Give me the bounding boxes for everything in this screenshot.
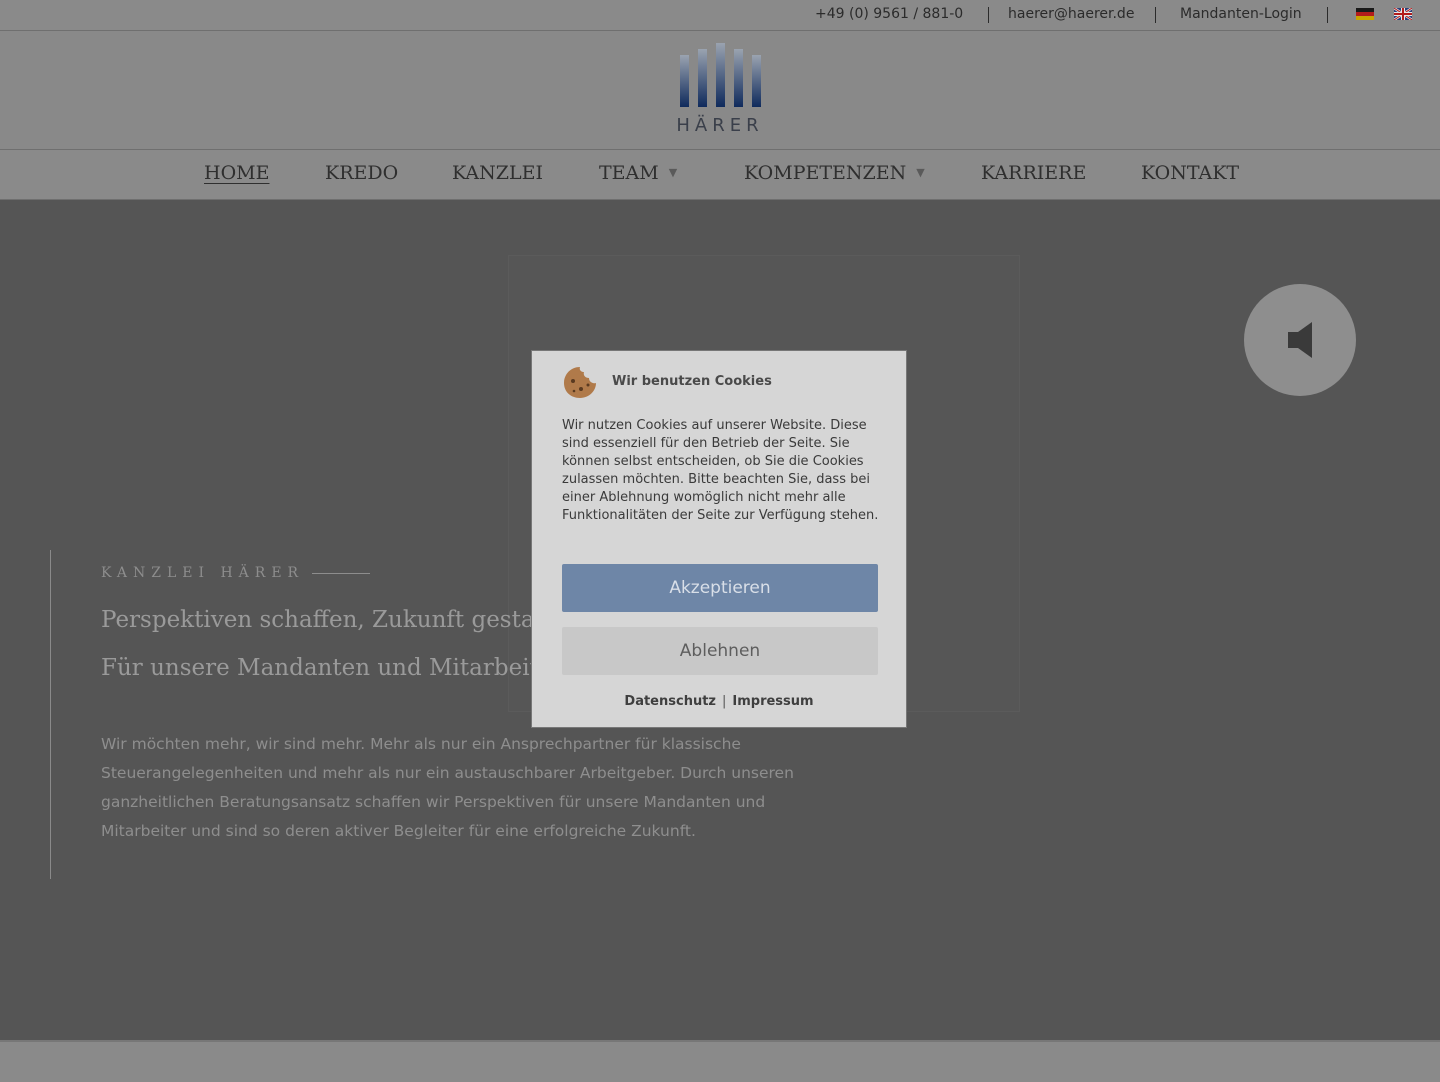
nav-item-kompetenzen-label: KOMPETENZEN <box>744 162 907 184</box>
cookie-icon <box>564 367 596 398</box>
hero-text: Wir möchten mehr, wir sind mehr. Mehr al… <box>101 735 794 840</box>
cookie-text: Wir nutzen Cookies auf unserer Website. … <box>562 418 879 523</box>
english-flag-icon[interactable] <box>1393 7 1413 21</box>
nav-item-team-label: TEAM <box>599 162 659 184</box>
decline-button[interactable]: Ablehnen <box>562 627 878 675</box>
nav-item-karriere[interactable]: KARRIERE <box>981 162 1086 184</box>
nav-item-home[interactable]: HOME <box>204 162 269 184</box>
footer-strip <box>0 1040 1440 1082</box>
logo-text: HÄRER <box>676 115 764 136</box>
eyebrow-dash <box>312 572 371 574</box>
hero-accent-line <box>50 550 51 879</box>
top-bar: +49 (0) 9561 / 881-0 haerer@haerer.de Ma… <box>0 0 1440 31</box>
nav-item-kompetenzen[interactable]: KOMPETENZEN ▼ <box>744 162 925 184</box>
german-flag-icon[interactable] <box>1356 8 1374 20</box>
nav-item-kanzlei[interactable]: KANZLEI <box>452 162 543 184</box>
phone-link[interactable]: +49 (0) 9561 / 881-0 <box>815 6 963 22</box>
hero-headline-1: Perspektiven schaffen, Zukunft gestalten… <box>101 607 587 633</box>
logo-bars-icon <box>680 43 761 107</box>
cookie-dialog: Wir benutzen Cookies Wir nutzen Cookies … <box>531 350 907 728</box>
speaker-icon <box>1288 322 1312 358</box>
nav-item-kontakt[interactable]: KONTAKT <box>1141 162 1239 184</box>
divider <box>988 7 989 23</box>
hero-eyebrow-text: KANZLEI HÄRER <box>101 565 305 581</box>
nav-item-kredo[interactable]: KREDO <box>325 162 398 184</box>
client-login-link[interactable]: Mandanten-Login <box>1180 6 1302 22</box>
cookie-links: Datenschutz | Impressum <box>532 694 906 709</box>
privacy-link[interactable]: Datenschutz <box>624 694 716 709</box>
divider <box>1327 7 1328 23</box>
email-link[interactable]: haerer@haerer.de <box>1008 6 1134 22</box>
hero-headline-2: Für unsere Mandanten und Mitarbeiter. <box>101 655 569 681</box>
accept-button[interactable]: Akzeptieren <box>562 564 878 612</box>
divider <box>1155 7 1156 23</box>
site-header: HÄRER <box>0 31 1440 150</box>
sound-toggle-button[interactable] <box>1244 284 1356 396</box>
chevron-down-icon: ▼ <box>668 166 678 179</box>
main-nav: HOME KREDO KANZLEI TEAM ▼ KOMPETENZEN ▼ KA… <box>0 150 1440 200</box>
imprint-link[interactable]: Impressum <box>732 694 813 709</box>
logo[interactable]: HÄRER <box>672 39 772 143</box>
link-separator: | <box>722 694 727 709</box>
chevron-down-icon: ▼ <box>916 166 925 179</box>
cookie-title: Wir benutzen Cookies <box>612 374 772 389</box>
nav-item-team[interactable]: TEAM ▼ <box>599 162 677 184</box>
hero-eyebrow: KANZLEI HÄRER <box>101 565 371 581</box>
